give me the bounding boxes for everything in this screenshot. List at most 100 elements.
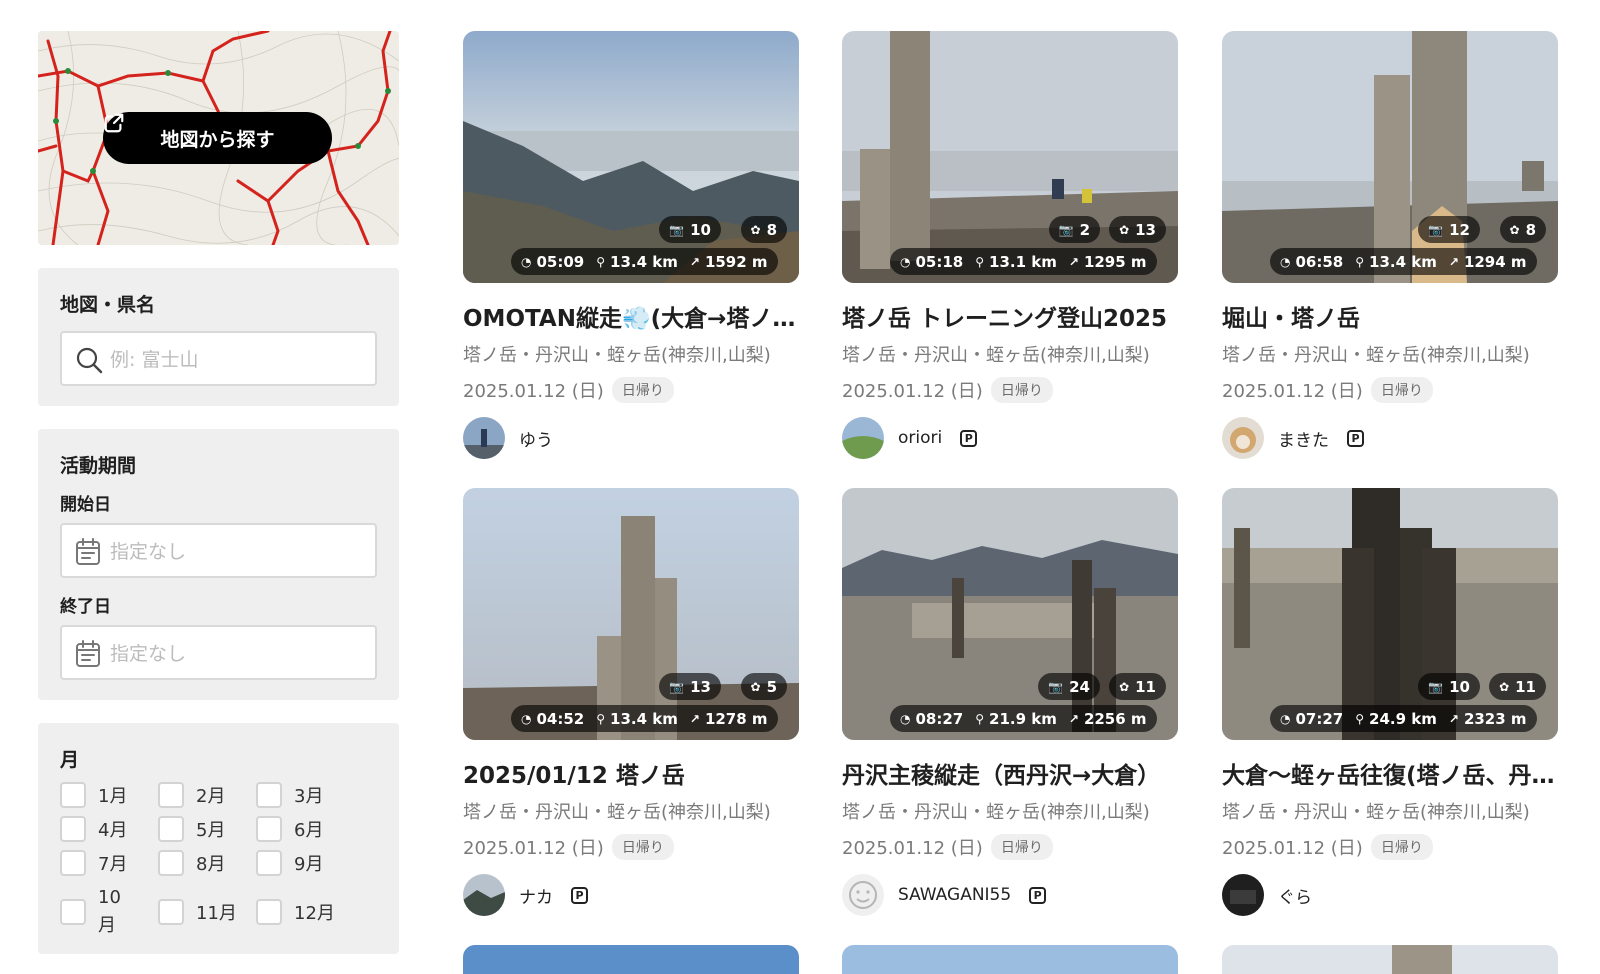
activity-photo[interactable] <box>842 945 1178 974</box>
clip-count: 5 <box>766 677 777 696</box>
month-option[interactable]: 3月 <box>256 782 354 808</box>
summit-post-photo <box>463 488 799 740</box>
activity-date: 2025.01.12 (日) <box>463 838 604 859</box>
activity-area[interactable]: 塔ノ岳・丹沢山・蛭ヶ岳(神奈川,山梨) <box>1222 341 1558 367</box>
activity-time: 05:18 <box>915 252 964 271</box>
month-checkbox[interactable] <box>158 899 184 925</box>
activity-card[interactable]: 📷 13 ✿ 5 ◔ 04:52 ⚲ 13.4 km ↗ 1278 m 2025/01/1… <box>463 488 799 916</box>
camera-icon: 📷 <box>669 222 685 237</box>
month-checkbox[interactable] <box>158 816 184 842</box>
month-option[interactable]: 6月 <box>256 816 354 842</box>
activity-photo[interactable]: 📷 10 ✿ 11 ◔ 07:27 ⚲ 24.9 km ↗ 2323 m <box>1222 488 1558 740</box>
premium-badge: P <box>1029 886 1047 904</box>
activity-area[interactable]: 塔ノ岳・丹沢山・蛭ヶ岳(神奈川,山梨) <box>463 798 799 824</box>
month-label: 3月 <box>294 786 324 807</box>
month-filter-panel: 月 1月 2月 3月 4月 5月 6月 7月 8月 9月 10月 11月 12月 <box>38 723 399 954</box>
user-name: SAWAGANI55 <box>898 885 1012 905</box>
user-name: ぐら <box>1278 887 1312 908</box>
activity-photo[interactable]: 📷 24 ✿ 11 ◔ 08:27 ⚲ 21.9 km ↗ 2256 m <box>842 488 1178 740</box>
month-checkbox[interactable] <box>256 782 282 808</box>
activity-user[interactable]: まきた P <box>1222 417 1558 459</box>
month-option[interactable]: 9月 <box>256 850 354 876</box>
photo-count: 13 <box>690 677 711 696</box>
month-option[interactable]: 4月 <box>60 816 158 842</box>
month-checkbox[interactable] <box>256 850 282 876</box>
summit-post-photo <box>842 31 1178 283</box>
month-option[interactable]: 2月 <box>158 782 256 808</box>
month-label: 12月 <box>294 903 335 924</box>
activity-photo[interactable]: 📷 12 ✿ 8 ◔ 06:58 ⚲ 13.4 km ↗ 1294 m <box>1222 31 1558 283</box>
activity-user[interactable]: SAWAGANI55 P <box>842 874 1178 916</box>
avatar <box>1222 874 1264 916</box>
activity-photo[interactable]: 📷 13 ✿ 5 ◔ 04:52 ⚲ 13.4 km ↗ 1278 m <box>463 488 799 740</box>
ascent-icon: ↗ <box>1068 711 1079 726</box>
activity-stats: ◔ 05:18 ⚲ 13.1 km ↗ 1295 m <box>890 248 1157 275</box>
activity-area[interactable]: 塔ノ岳・丹沢山・蛭ヶ岳(神奈川,山梨) <box>842 341 1178 367</box>
activity-ascent: 2323 m <box>1463 709 1527 728</box>
month-option[interactable]: 11月 <box>158 884 256 940</box>
start-date-input[interactable]: 指定なし <box>60 523 377 578</box>
month-checkbox[interactable] <box>256 816 282 842</box>
month-checkbox[interactable] <box>158 782 184 808</box>
clip-icon: ✿ <box>1499 679 1510 694</box>
month-checkbox[interactable] <box>256 899 282 925</box>
map-thumbnail[interactable]: 地図から探す <box>38 31 399 245</box>
activity-card[interactable]: 📷 2 ✿ 13 ◔ 05:18 ⚲ 13.1 km ↗ 1295 m 塔ノ岳 トレーニン… <box>842 31 1178 459</box>
activity-area[interactable]: 塔ノ岳・丹沢山・蛭ヶ岳(神奈川,山梨) <box>842 798 1178 824</box>
activity-user[interactable]: ぐら <box>1222 874 1558 916</box>
activity-card[interactable]: 📷 24 ✿ 11 ◔ 08:27 ⚲ 21.9 km ↗ 2256 m 丹沢主稜縦走（西… <box>842 488 1178 916</box>
activity-title[interactable]: OMOTAN縦走💨(大倉→塔ノ岳→丹沢山→蛭ヶ岳) <box>463 299 799 333</box>
activity-card[interactable]: 📷 10 ✿ 11 ◔ 07:27 ⚲ 24.9 km ↗ 2323 m 大倉〜蛭ヶ岳往復… <box>1222 488 1558 916</box>
month-checkbox[interactable] <box>60 782 86 808</box>
region-filter-heading: 地図・県名 <box>60 294 156 316</box>
month-option[interactable]: 1月 <box>60 782 158 808</box>
activity-area[interactable]: 塔ノ岳・丹沢山・蛭ヶ岳(神奈川,山梨) <box>463 341 799 367</box>
month-option[interactable]: 7月 <box>60 850 158 876</box>
activity-title[interactable]: 丹沢主稜縦走（西丹沢→大倉） <box>842 756 1178 790</box>
activity-title[interactable]: 堀山・塔ノ岳 <box>1222 299 1558 333</box>
month-option[interactable]: 5月 <box>158 816 256 842</box>
region-search-input[interactable]: 例: 富士山 <box>60 331 377 386</box>
summit-post-photo <box>842 488 1178 740</box>
month-label: 10月 <box>98 887 121 936</box>
activity-title[interactable]: 塔ノ岳 トレーニング登山2025 <box>842 299 1178 333</box>
activity-user[interactable]: oriori P <box>842 417 1178 459</box>
month-option[interactable]: 8月 <box>158 850 256 876</box>
summit-post-photo <box>1222 945 1558 974</box>
activity-title[interactable]: 2025/01/12 塔ノ岳 <box>463 756 799 790</box>
clock-icon: ◔ <box>900 254 911 269</box>
activity-photo[interactable]: 📷 2 ✿ 13 ◔ 05:18 ⚲ 13.1 km ↗ 1295 m <box>842 31 1178 283</box>
activity-title[interactable]: 大倉〜蛭ヶ岳往復(塔ノ岳、丹沢山) <box>1222 756 1558 790</box>
activity-card[interactable]: 📷 10 ✿ 8 ◔ 05:09 ⚲ 13.4 km ↗ 1592 m OMOTAN縦走💨… <box>463 31 799 459</box>
activity-photo[interactable] <box>1222 945 1558 974</box>
month-option[interactable]: 10月 <box>60 884 158 940</box>
month-checkbox[interactable] <box>158 850 184 876</box>
search-icon <box>76 347 103 374</box>
activity-photo[interactable]: 📷 10 ✿ 8 ◔ 05:09 ⚲ 13.4 km ↗ 1592 m <box>463 31 799 283</box>
clip-icon: ✿ <box>1119 222 1130 237</box>
calendar-icon <box>76 538 100 565</box>
month-checkbox[interactable] <box>60 899 86 925</box>
activity-date-row: 2025.01.12 (日) 日帰り <box>842 834 1178 860</box>
activity-time: 05:09 <box>536 252 585 271</box>
activity-user[interactable]: ゆう <box>463 417 799 459</box>
month-checkbox[interactable] <box>60 850 86 876</box>
end-date-input[interactable]: 指定なし <box>60 625 377 680</box>
photo-count-badge: 📷 13 <box>659 673 721 700</box>
end-date-placeholder: 指定なし <box>110 643 187 665</box>
search-by-map-button[interactable]: 地図から探す <box>103 112 332 164</box>
clip-count-badge: ✿ 8 <box>740 216 787 243</box>
activity-user[interactable]: ナカ P <box>463 874 799 916</box>
clock-icon: ◔ <box>1280 254 1291 269</box>
activity-date: 2025.01.12 (日) <box>1222 381 1363 402</box>
activity-area[interactable]: 塔ノ岳・丹沢山・蛭ヶ岳(神奈川,山梨) <box>1222 798 1558 824</box>
month-label: 9月 <box>294 854 324 875</box>
summit-post-photo <box>1222 31 1558 283</box>
month-option[interactable]: 12月 <box>256 884 354 940</box>
month-checkbox[interactable] <box>60 816 86 842</box>
premium-badge: P <box>960 429 978 447</box>
camera-icon: 📷 <box>1058 222 1074 237</box>
activity-photo[interactable] <box>463 945 799 974</box>
external-link-icon <box>104 113 124 133</box>
activity-card[interactable]: 📷 12 ✿ 8 ◔ 06:58 ⚲ 13.4 km ↗ 1294 m 堀山・塔ノ岳 塔ノ… <box>1222 31 1558 459</box>
